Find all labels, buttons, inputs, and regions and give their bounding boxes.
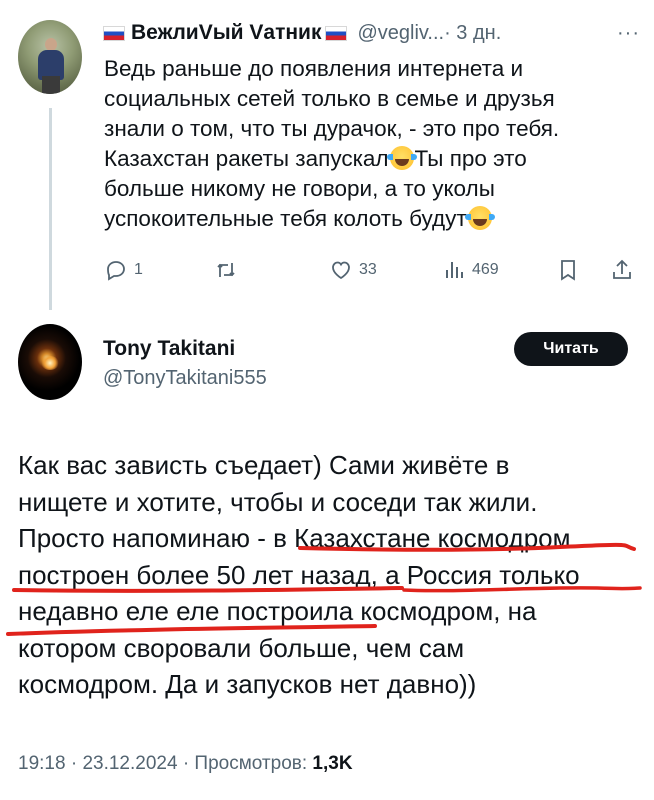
reply-tweet-text: Ведь раньше до появления интернета и соц…: [104, 54, 644, 234]
laughing-tears-emoji-icon: [464, 206, 495, 230]
views-icon: [446, 262, 463, 278]
tweet-meta: 19:18 · 23.12.2024 · Просмотров: 1,3K: [18, 753, 353, 775]
like-button[interactable]: 33: [329, 258, 377, 282]
reply-button[interactable]: 1: [104, 258, 143, 282]
share-icon: [613, 259, 631, 279]
main-tweet-text: Как вас зависть съедает) Сами живёте в н…: [18, 447, 648, 703]
reply-tweet-actions: 1 33 469: [104, 258, 644, 288]
text-line: построен более 50 лет назад, а Россия то…: [18, 559, 580, 590]
author-avatar[interactable]: [18, 324, 82, 400]
text-segment: успокоительные тебя колоть будут: [104, 206, 467, 231]
russia-flag-icon: [325, 25, 348, 41]
reply-author-name[interactable]: ВежлиVый Vатник: [131, 21, 321, 45]
reply-tweet-header: ВежлиVый Vатник @vegliv... · 3 дн.: [103, 18, 643, 48]
text-segment: Ты про это: [414, 146, 527, 171]
views-button[interactable]: 469: [442, 258, 499, 282]
views-label: Просмотров:: [194, 753, 308, 774]
meta-separator: ·: [70, 753, 83, 774]
like-icon: [332, 261, 350, 280]
tweet-date[interactable]: 23.12.2024: [82, 753, 177, 774]
author-name[interactable]: Tony Takitani: [103, 337, 235, 361]
text-line: знали о том, что ты дурачок, - это про т…: [104, 116, 560, 141]
reply-count: 1: [134, 261, 143, 278]
russia-flag-icon: [103, 25, 125, 41]
reply-author-handle[interactable]: @vegliv...: [357, 22, 444, 45]
text-line: Просто напоминаю - в Казахстане космодро…: [18, 523, 571, 553]
reply-icon: [107, 261, 125, 281]
text-line: Казахстан ракеты запускал Ты про это: [104, 144, 644, 174]
bookmark-button[interactable]: [556, 258, 580, 282]
text-line: успокоительные тебя колоть будут: [104, 204, 644, 234]
retweet-button[interactable]: [214, 258, 238, 282]
bookmark-icon: [561, 260, 575, 281]
text-line: Как вас зависть съедает) Сами живёте в: [18, 450, 510, 480]
text-line: котором своровали больше, чем сам: [18, 632, 465, 663]
more-options-icon[interactable]: ···: [617, 22, 640, 45]
tweet-time[interactable]: 19:18: [18, 753, 66, 774]
reply-author-avatar[interactable]: [18, 20, 82, 94]
text-line: больше никому не говори, а то уколы: [104, 176, 495, 201]
author-handle[interactable]: @TonyTakitani555: [103, 367, 267, 390]
like-count: 33: [359, 261, 377, 278]
text-line: космодром. Да и запусков нет давно)): [18, 669, 477, 699]
follow-button[interactable]: Читать: [514, 332, 628, 366]
avatar-figure-legs: [42, 76, 60, 94]
share-button[interactable]: [610, 258, 634, 282]
text-line: недавно еле еле построила космодром, на: [18, 596, 537, 626]
thread-line: [49, 108, 52, 310]
laughing-tears-emoji-icon: [386, 146, 417, 170]
reply-tweet-time[interactable]: · 3 дн.: [444, 22, 501, 45]
views-total: 1,3K: [312, 753, 353, 774]
text-line: Ведь раньше до появления интернета и: [104, 56, 524, 81]
text-line: нищете и хотите, чтобы и соседи так жили…: [18, 486, 538, 517]
avatar-flame-glow: [41, 356, 59, 370]
views-count: 469: [472, 261, 499, 278]
text-line: социальных сетей только в семье и друзья: [104, 86, 555, 111]
meta-separator: ·: [182, 753, 195, 774]
retweet-icon: [217, 263, 235, 277]
text-segment: Казахстан ракеты запускал: [104, 146, 389, 171]
